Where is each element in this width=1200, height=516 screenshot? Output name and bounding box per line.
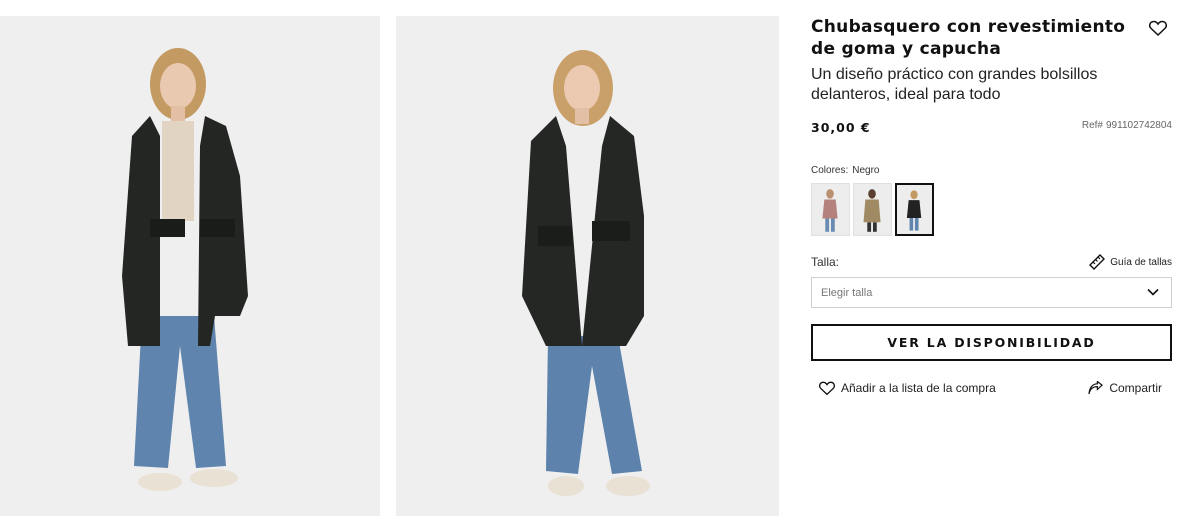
product-details-panel: Chubasquero con revestimiento de goma y …: [811, 16, 1172, 401]
product-image-side[interactable]: [396, 16, 779, 516]
share-label: Compartir: [1109, 381, 1162, 395]
share-arrow-icon: [1088, 381, 1104, 395]
share-link[interactable]: Compartir: [1088, 381, 1162, 395]
chevron-down-icon: [1147, 288, 1159, 296]
size-guide-label: Guía de tallas: [1110, 256, 1172, 268]
actions-row: Añadir a la lista de la compra Compartir: [811, 381, 1172, 401]
wishlist-heart-icon[interactable]: [1148, 20, 1168, 37]
size-select[interactable]: Elegir talla: [811, 277, 1172, 308]
product-image-front[interactable]: [0, 16, 380, 516]
product-subtitle: Un diseño práctico con grandes bolsillos…: [811, 66, 1098, 103]
swatch-black[interactable]: [895, 183, 934, 236]
product-price: 30,00 €: [811, 120, 871, 135]
ref-value: 991102742804: [1106, 120, 1172, 131]
colors-label: Colores:: [811, 165, 849, 176]
model-photo-2: [396, 16, 779, 516]
colors-label-row: Colores: Negro: [811, 165, 1172, 176]
ruler-icon: [1089, 254, 1106, 270]
size-select-placeholder: Elegir talla: [821, 286, 873, 299]
product-title: Chubasquero con revestimiento de goma y …: [811, 17, 1126, 59]
size-row: Talla: Guía de tallas: [811, 253, 1172, 270]
price-row: 30,00 € Ref# 991102742804: [811, 119, 1172, 135]
check-availability-button[interactable]: VER LA DISPONIBILIDAD: [811, 324, 1172, 361]
ref-label: Ref#: [1081, 120, 1103, 131]
swatch-pink[interactable]: [811, 183, 850, 236]
add-to-shopping-list-link[interactable]: Añadir a la lista de la compra: [819, 381, 996, 395]
model-photo-1: [0, 16, 380, 516]
swatch-beige[interactable]: [853, 183, 892, 236]
color-swatches: [811, 183, 1172, 236]
add-to-list-label: Añadir a la lista de la compra: [841, 381, 996, 395]
product-reference: Ref# 991102742804: [1082, 120, 1172, 131]
size-guide-link[interactable]: Guía de tallas: [1089, 254, 1172, 270]
selected-color-name: Negro: [852, 165, 880, 176]
heart-icon: [819, 381, 835, 395]
size-label: Talla:: [811, 255, 840, 269]
